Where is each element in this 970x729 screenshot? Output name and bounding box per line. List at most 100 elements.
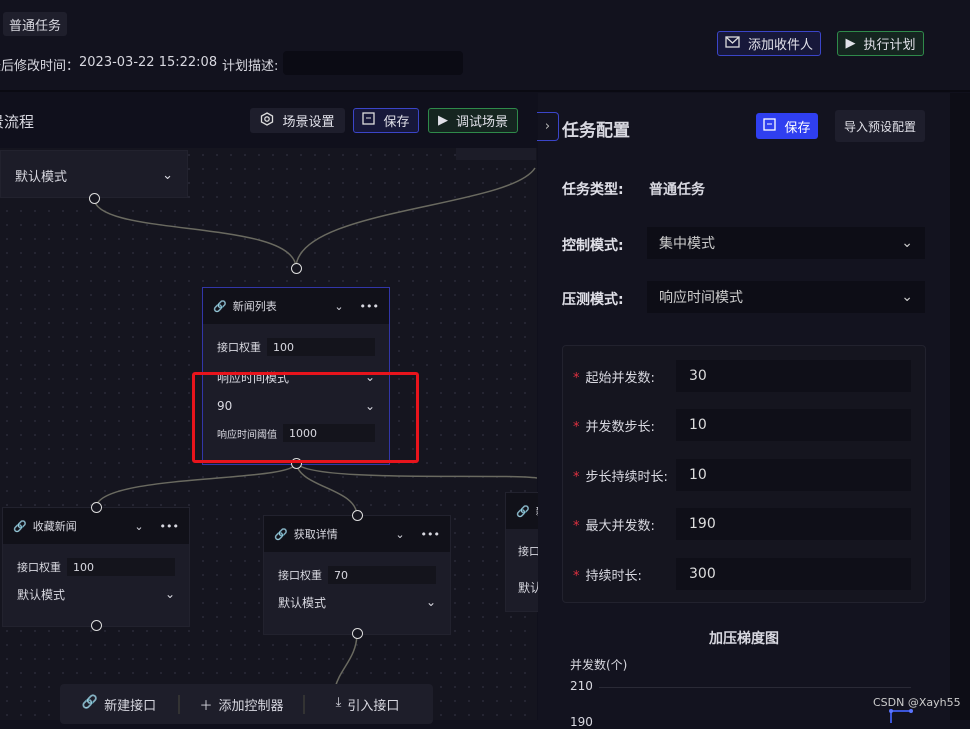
chevron-down-icon: ⌄: [425, 595, 436, 609]
chevron-down-icon[interactable]: ⌄: [395, 528, 404, 541]
field-label: * 最大并发数:: [573, 515, 676, 534]
more-icon[interactable]: •••: [421, 528, 440, 541]
more-icon[interactable]: •••: [160, 520, 179, 533]
edge: [334, 632, 358, 689]
field-step: * 并发数步长: 10: [573, 409, 913, 441]
edge: [95, 462, 297, 509]
chevron-down-icon[interactable]: ⌄: [334, 300, 343, 313]
desc-label: 计划描述:: [222, 59, 279, 74]
control-mode-label: 控制模式:: [562, 238, 624, 254]
debug-scene-button[interactable]: ▶ 调试场景: [428, 108, 518, 133]
stress-mode-select[interactable]: 响应时间模式 ⌄: [647, 281, 925, 313]
field-label-text: 起始并发数:: [585, 370, 655, 386]
flow-title: 场景流程: [0, 113, 35, 131]
panel-save-label: 保存: [784, 120, 811, 136]
task-config-panel: › 任务配置 保存 导入预设配置 任务类型: 普通任务 控制模式: 集中模式 ⌄ …: [537, 93, 950, 729]
weight-label: 接口权重: [278, 569, 322, 582]
scene-settings-button[interactable]: 场景设置: [250, 108, 345, 133]
import-preset-button[interactable]: 导入预设配置: [835, 110, 925, 142]
step-input[interactable]: 10: [676, 409, 911, 441]
edge: [295, 462, 537, 479]
more-icon[interactable]: •••: [360, 300, 379, 313]
weight-label: 接口: [518, 545, 540, 558]
flow-save-label: 保存: [383, 115, 410, 130]
mode-select[interactable]: 默认模式: [278, 594, 326, 611]
stress-mode-value: 响应时间模式: [659, 290, 743, 306]
y-tick-label: 210: [570, 679, 593, 693]
weight-input[interactable]: 100: [67, 558, 175, 576]
chart-title: 加压梯度图: [709, 631, 779, 647]
execute-plan-label: 执行计划: [863, 38, 916, 53]
canvas-toolbar: 🔗 新建接口 ＋ 添加控制器 ⤓ 引入接口: [60, 684, 433, 724]
add-recipient-button[interactable]: 添加收件人: [717, 31, 821, 56]
add-controller-button[interactable]: ＋ 添加控制器: [180, 694, 305, 714]
control-mode-value: 集中模式: [659, 236, 715, 252]
desc-input[interactable]: [283, 51, 463, 75]
edge: [93, 197, 297, 269]
weight-input[interactable]: 100: [267, 338, 375, 356]
debug-scene-label: 调试场景: [455, 115, 508, 130]
add-controller-label: 添加控制器: [218, 698, 284, 714]
node-get-detail[interactable]: 🔗 获取详情 ⌄ ••• 接口权重 70 默认模式 ⌄: [263, 515, 451, 635]
collapse-panel-button[interactable]: ›: [537, 112, 559, 141]
step-duration-input[interactable]: 10: [676, 459, 911, 491]
flow-canvas[interactable]: 默认模式 ⌄ 🔗 新闻列表 ⌄ ••• 接口权重 100 响应时间模式 ⌄ 90 ⌄ 响应时间…: [0, 148, 545, 724]
field-label-text: 步长持续时长:: [585, 469, 668, 485]
flow-save-button[interactable]: 保存: [353, 108, 419, 133]
max-concurrency-input[interactable]: 190: [676, 508, 911, 540]
control-mode-select[interactable]: 集中模式 ⌄: [647, 227, 925, 259]
link-icon: 🔗: [516, 504, 530, 518]
plus-icon: ＋: [199, 698, 213, 714]
node-title: 新闻列表: [232, 300, 277, 313]
watermark: CSDN @Xayh55: [873, 696, 961, 709]
field-duration: * 持续时长: 300: [573, 558, 913, 590]
chart-ylabel: 并发数(个): [570, 658, 628, 672]
required-mark: *: [573, 568, 580, 584]
weight-label: 接口权重: [17, 561, 61, 574]
stress-mode-label: 压测模式:: [562, 292, 624, 308]
mode-select[interactable]: 默认模式: [15, 166, 67, 185]
import-api-button[interactable]: ⤓ 引入接口: [305, 695, 430, 714]
save-icon: [362, 112, 376, 129]
weight-input[interactable]: 70: [328, 566, 436, 584]
node-partial: [456, 148, 536, 160]
task-type-tag: 普通任务: [3, 12, 67, 36]
mode-select[interactable]: 默认模式: [17, 586, 65, 603]
chevron-down-icon: ⌄: [162, 167, 173, 183]
input-port[interactable]: [91, 502, 102, 513]
field-label: * 持续时长:: [573, 565, 676, 584]
import-api-label: 引入接口: [347, 698, 400, 714]
output-port[interactable]: [91, 620, 102, 631]
output-port[interactable]: [352, 628, 363, 639]
top-node[interactable]: 默认模式 ⌄: [0, 150, 188, 198]
highlight-box: [192, 372, 419, 463]
header: [0, 0, 970, 92]
link-icon: 🔗: [81, 694, 99, 710]
node-title: 收藏新闻: [32, 520, 77, 533]
chevron-down-icon[interactable]: ⌄: [134, 520, 143, 533]
play-icon: ▶: [845, 36, 856, 51]
field-label-text: 并发数步长:: [585, 419, 655, 435]
y-tick-label: 190: [570, 715, 593, 729]
mail-icon: [725, 35, 740, 52]
output-port[interactable]: [89, 193, 100, 204]
node-favorite-news[interactable]: 🔗 收藏新闻 ⌄ ••• 接口权重 100 默认模式 ⌄: [2, 507, 190, 627]
new-api-button[interactable]: 🔗 新建接口: [60, 694, 180, 714]
execute-plan-button[interactable]: ▶ 执行计划: [837, 31, 924, 56]
link-icon: 🔗: [213, 299, 227, 313]
input-port[interactable]: [291, 263, 302, 274]
panel-title: 任务配置: [562, 121, 630, 141]
download-icon: ⤓: [335, 694, 342, 710]
task-type-value: 普通任务: [649, 182, 705, 198]
field-label: * 并发数步长:: [573, 416, 676, 435]
new-api-label: 新建接口: [104, 698, 157, 714]
modified-info: 最后修改时间： 2023-03-22 15:22:08: [0, 55, 217, 74]
input-port[interactable]: [352, 510, 363, 521]
panel-save-button[interactable]: 保存: [756, 113, 818, 139]
field-label-text: 持续时长:: [585, 568, 642, 584]
start-concurrency-input[interactable]: 30: [676, 360, 911, 392]
link-icon: 🔗: [13, 519, 27, 533]
duration-input[interactable]: 300: [676, 558, 911, 590]
field-max-concurrency: * 最大并发数: 190: [573, 508, 913, 540]
modified-label: 最后修改时间：: [0, 59, 80, 74]
